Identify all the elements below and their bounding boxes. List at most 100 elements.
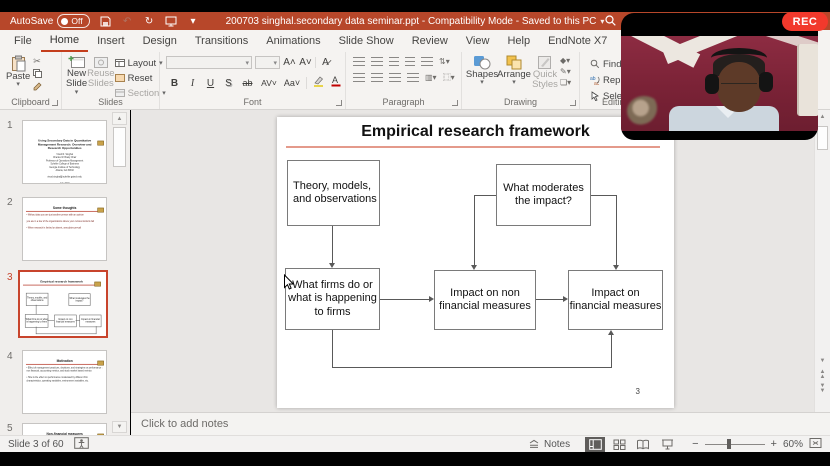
webcam-overlay[interactable] — [621, 13, 818, 140]
shapes-button[interactable]: Shapes ▾ — [466, 55, 498, 91]
shape-fill-icon[interactable]: ◆▾ — [560, 56, 571, 65]
redo-icon[interactable]: ↻ — [143, 15, 156, 28]
rec-badge[interactable]: REC — [782, 12, 828, 31]
numbering-icon[interactable] — [371, 57, 383, 66]
drawing-dialog-launcher[interactable] — [570, 100, 576, 106]
zoom-level: 60% — [783, 439, 803, 450]
format-painter-icon[interactable] — [33, 82, 42, 93]
character-spacing-button[interactable]: AV˅ — [260, 78, 278, 88]
connector-line — [380, 299, 429, 300]
font-color-button[interactable]: A — [330, 74, 342, 92]
shape-firms-box[interactable]: What firms do or what is happening to fi… — [285, 268, 380, 330]
smartart-icon[interactable]: ⿴▾ — [443, 72, 455, 83]
grow-font-button[interactable]: A˄ — [283, 57, 296, 68]
thumbnail-slide-2[interactable]: Some thoughts • Without data you are jus… — [22, 197, 107, 261]
group-slides: New Slide ▾ Reuse Slides Layout▾ Reset — [62, 52, 160, 109]
shape-nonfinancial-box[interactable]: Impact on non financial measures — [434, 270, 536, 330]
layout-button[interactable]: Layout▾ — [115, 56, 166, 70]
slide-show-button[interactable] — [657, 437, 677, 452]
align-center-icon[interactable] — [371, 73, 383, 82]
copy-icon[interactable] — [33, 69, 42, 80]
reuse-slides-button[interactable]: Reuse Slides — [87, 55, 114, 100]
customize-qat-icon[interactable]: ▾ — [187, 15, 200, 28]
font-size-combo[interactable]: ▾ — [255, 56, 280, 69]
zoom-out-button[interactable]: − — [692, 438, 698, 450]
notes-toggle-button[interactable]: Notes — [528, 439, 570, 450]
shape-outline-icon[interactable]: ✎▾ — [560, 67, 571, 76]
paste-button[interactable]: Paste ▾ — [6, 55, 30, 93]
bullets-icon[interactable] — [353, 57, 365, 66]
tab-view[interactable]: View — [457, 30, 499, 52]
thumbnail-slide-1[interactable]: Using Secondary Data in Quantitative Man… — [22, 120, 107, 184]
decrease-indent-icon[interactable] — [389, 57, 399, 66]
zoom-in-button[interactable]: + — [771, 438, 777, 450]
columns-icon[interactable]: ▥▾ — [425, 73, 437, 82]
tab-review[interactable]: Review — [403, 30, 457, 52]
tab-endnote[interactable]: EndNote X7 — [539, 30, 616, 52]
shrink-font-button[interactable]: A˅ — [299, 57, 312, 68]
reset-button[interactable]: Reset — [115, 71, 166, 85]
highlight-button[interactable] — [312, 74, 325, 92]
autosave-toggle[interactable]: AutoSave Off — [10, 14, 90, 28]
font-dialog-launcher[interactable] — [336, 100, 342, 106]
tab-animations[interactable]: Animations — [257, 30, 329, 52]
thumbnail-scrollbar-thumb[interactable] — [113, 127, 126, 167]
reading-view-button[interactable] — [633, 437, 653, 452]
underline-button[interactable]: U — [204, 78, 217, 89]
fit-to-window-icon[interactable] — [809, 437, 822, 452]
text-direction-icon[interactable]: ⇅▾ — [439, 57, 450, 66]
line-spacing-icon[interactable] — [421, 57, 433, 66]
zoom-slider-thumb[interactable] — [727, 439, 731, 449]
tab-design[interactable]: Design — [134, 30, 186, 52]
italic-button[interactable]: I — [186, 78, 199, 89]
cut-icon[interactable]: ✂ — [33, 56, 42, 67]
align-left-icon[interactable] — [353, 73, 365, 82]
shape-theory-box[interactable]: Theory, models, and observations — [287, 160, 380, 226]
tab-file[interactable]: File — [5, 30, 41, 52]
scrollbar-thumb[interactable] — [817, 126, 828, 150]
accessibility-icon[interactable] — [74, 437, 89, 452]
tab-insert[interactable]: Insert — [88, 30, 134, 52]
slide-sorter-view-button[interactable] — [609, 437, 629, 452]
clear-formatting-button[interactable]: A̷ — [315, 57, 332, 68]
clipboard-dialog-launcher[interactable] — [52, 100, 58, 106]
paragraph-dialog-launcher[interactable] — [452, 100, 458, 106]
slide-title[interactable]: Empirical research framework — [277, 123, 674, 141]
quick-styles-button[interactable]: Quick Styles — [530, 55, 560, 91]
person-face — [717, 62, 761, 112]
thumbnail-scroll-down-button[interactable]: ▼ — [112, 421, 127, 433]
save-icon[interactable] — [99, 15, 112, 28]
tab-transitions[interactable]: Transitions — [186, 30, 257, 52]
slide-canvas[interactable]: Empirical research framework Theory, mod… — [277, 117, 674, 408]
undo-icon[interactable]: ↶ — [121, 15, 134, 28]
change-case-button[interactable]: Aa˅ — [283, 78, 301, 88]
thumbnail-slide-4[interactable]: Motivation • Effect of management practi… — [22, 350, 107, 414]
zoom-slider[interactable] — [705, 444, 765, 445]
shape-moderates-box[interactable]: What moderates the impact? — [496, 164, 591, 226]
text-shadow-button[interactable]: S — [222, 78, 235, 89]
shape-financial-box[interactable]: Impact on financial measures — [568, 270, 663, 330]
arrange-button[interactable]: Arrange ▾ — [498, 55, 530, 91]
thumbnail-slide-3-selected[interactable]: Empirical research framework Theory, mod… — [18, 270, 108, 338]
next-slide-button[interactable]: ▼▼ — [816, 384, 829, 394]
notes-pane[interactable]: Click to add notes — [131, 412, 830, 435]
tab-home[interactable]: Home — [41, 30, 88, 52]
tab-slide-show[interactable]: Slide Show — [330, 30, 403, 52]
normal-view-button[interactable] — [585, 437, 605, 452]
shape-effects-icon[interactable]: ❏▾ — [560, 78, 571, 87]
arrange-icon — [506, 55, 523, 70]
justify-icon[interactable] — [407, 73, 419, 82]
thumbnail-scroll-up-button[interactable]: ▲ — [112, 112, 127, 125]
bold-button[interactable]: B — [168, 78, 181, 89]
strikethrough-button[interactable]: ab — [240, 78, 255, 88]
search-icon[interactable] — [604, 14, 617, 30]
increase-indent-icon[interactable] — [405, 57, 415, 66]
scroll-down-icon[interactable]: ▼ — [816, 356, 829, 366]
previous-slide-button[interactable]: ▲▲ — [816, 370, 829, 380]
thumbnail-slide-5[interactable]: Non-financial measures • Inventory turns — [22, 423, 107, 435]
align-right-icon[interactable] — [389, 73, 401, 82]
new-slide-button[interactable]: New Slide ▾ — [66, 55, 87, 100]
font-name-combo[interactable]: ▾ — [166, 56, 252, 69]
tab-help[interactable]: Help — [498, 30, 539, 52]
present-icon[interactable] — [165, 15, 178, 28]
